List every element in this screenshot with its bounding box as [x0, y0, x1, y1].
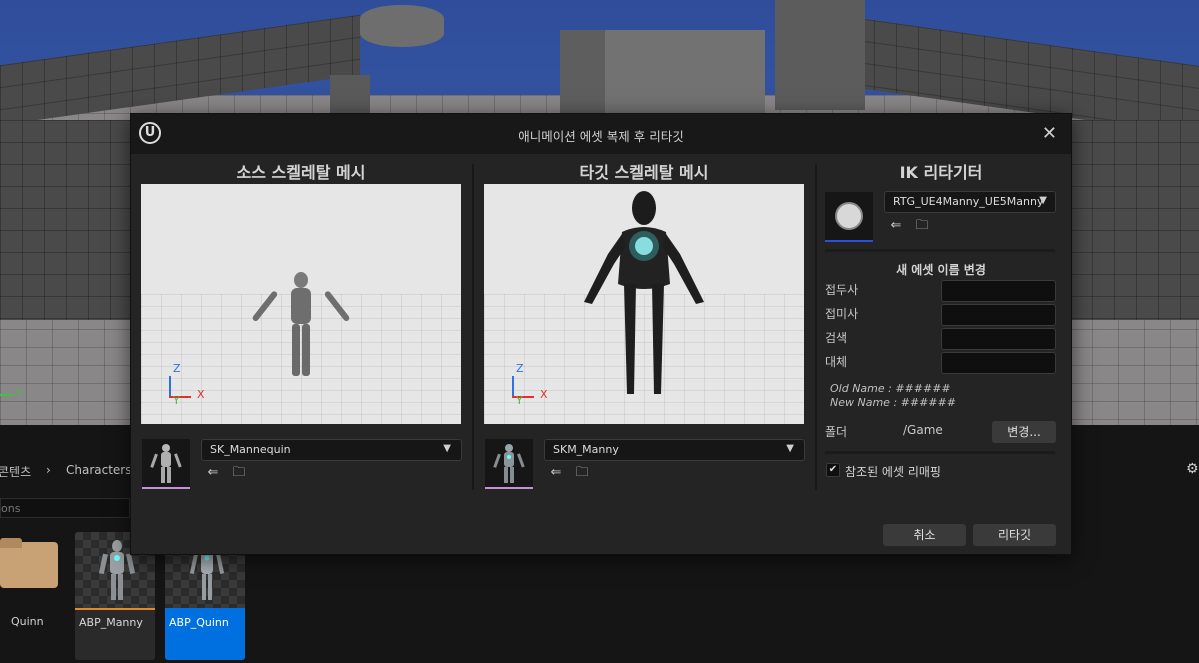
separator [825, 249, 1055, 252]
source-axis-gizmo: Z Y X [165, 362, 205, 408]
viewport-box-4 [775, 0, 865, 110]
chevron-down-icon: ▼ [1039, 195, 1047, 206]
prefix-field[interactable] [941, 280, 1056, 302]
source-mesh-dropdown[interactable]: SK_Mannequin ▼ [201, 439, 462, 461]
source-preview-viewport[interactable]: Z Y X [141, 184, 461, 424]
use-selected-arrow-icon[interactable]: ⇐ [205, 465, 221, 481]
retargeter-value: RTG_UE4Manny_UE5Manny [893, 195, 1044, 208]
suffix-field[interactable] [941, 304, 1056, 326]
target-mesh-dropdown[interactable]: SKM_Manny ▼ [544, 439, 805, 461]
source-thumb-figure [150, 444, 182, 483]
column-divider-2 [815, 164, 817, 490]
axis-x-label: X [197, 388, 205, 401]
folder-icon-tab [0, 538, 22, 548]
chevron-down-icon: ▼ [786, 443, 794, 454]
viewport-axis-y-label: Y [16, 387, 23, 400]
folder-asset-label: Quinn [11, 615, 44, 628]
breadcrumb-root[interactable]: 콘텐츠 [0, 463, 31, 480]
viewport-box-1 [560, 30, 605, 115]
browse-asset-icon[interactable]: 🗀 [231, 465, 247, 481]
use-selected-arrow-icon[interactable]: ⇐ [548, 465, 564, 481]
rename-heading: 새 에셋 이름 변경 [896, 263, 986, 277]
axis-y-label: Y [173, 394, 180, 407]
cancel-button[interactable]: 취소 [883, 524, 966, 546]
viewport-wall-lower-left [0, 120, 130, 320]
target-axis-gizmo: Z Y X [508, 362, 548, 408]
column-divider-1 [472, 164, 474, 490]
cube-icon [835, 202, 863, 230]
axis-z-label: Z [173, 362, 181, 375]
target-heading: 타깃 스켈레탈 메시 [579, 163, 709, 182]
source-mesh-value: SK_Mannequin [210, 443, 291, 456]
axis-z-label: Z [516, 362, 524, 375]
viewport-wall-lower-right [1070, 120, 1199, 320]
asset-type-bar [75, 608, 155, 610]
remap-label: 참조된 에셋 리매핑 [845, 465, 941, 479]
new-name-preview: New Name : ###### [830, 396, 956, 409]
target-thumb-figure [493, 444, 525, 483]
target-mesh-value: SKM_Manny [553, 443, 619, 456]
folder-icon [0, 542, 58, 588]
dialog-titlebar[interactable]: U 애니메이션 에셋 복제 후 리타깃 ✕ [131, 114, 1071, 154]
replace-field[interactable] [941, 352, 1056, 374]
change-folder-button[interactable]: 변경... [992, 421, 1056, 443]
prefix-label: 접두사 [825, 283, 859, 297]
source-heading: 소스 스켈레탈 메시 [236, 163, 366, 182]
remap-checkbox[interactable]: ✔ [826, 463, 840, 477]
replace-label: 대체 [825, 355, 848, 369]
dialog-title: 애니메이션 에셋 복제 후 리타깃 [518, 129, 684, 144]
content-filter-bar[interactable]: ons [0, 498, 130, 518]
search-field[interactable] [941, 328, 1056, 350]
chevron-down-icon: ▼ [443, 443, 451, 454]
folder-value: /Game [903, 423, 943, 437]
browse-asset-icon[interactable]: 🗀 [914, 218, 930, 234]
viewport-box-3 [330, 75, 370, 115]
separator [825, 451, 1055, 454]
settings-gear-icon[interactable]: ⚙ [1186, 461, 1199, 477]
old-name-preview: Old Name : ###### [830, 382, 951, 395]
suffix-label: 접미사 [825, 307, 859, 321]
viewport-cylinder [360, 5, 444, 47]
retarget-dialog: U 애니메이션 에셋 복제 후 리타깃 ✕ 소스 스켈레탈 메시 Z Y X S… [130, 113, 1072, 555]
breadcrumb-folder[interactable]: Characters [66, 463, 132, 477]
target-mesh-thumbnail[interactable] [485, 439, 533, 489]
content-filter-text: ons [1, 502, 21, 515]
use-selected-arrow-icon[interactable]: ⇐ [888, 218, 904, 234]
folder-asset-quinn[interactable]: Quinn [0, 532, 62, 632]
viewport-axis-gizmo: Y [0, 387, 30, 402]
viewport-box-2 [605, 30, 765, 115]
ik-heading: IK 리타기터 [899, 163, 983, 182]
browse-asset-icon[interactable]: 🗀 [574, 465, 590, 481]
search-label: 검색 [825, 331, 848, 345]
asset-card-label: ABP_Manny [79, 616, 143, 629]
source-mesh-thumbnail[interactable] [142, 439, 190, 489]
retarget-button[interactable]: 리타깃 [973, 524, 1056, 546]
axis-y-label: Y [516, 394, 523, 407]
folder-label: 폴더 [825, 425, 848, 439]
target-preview-viewport[interactable]: Z Y X [484, 184, 804, 424]
breadcrumb-chevron-icon: › [46, 463, 51, 477]
axis-x-label: X [540, 388, 548, 401]
retargeter-thumbnail[interactable] [825, 192, 873, 242]
close-icon[interactable]: ✕ [1042, 123, 1057, 144]
retargeter-dropdown[interactable]: RTG_UE4Manny_UE5Manny ▼ [884, 191, 1056, 213]
asset-card-label: ABP_Quinn [169, 616, 229, 629]
